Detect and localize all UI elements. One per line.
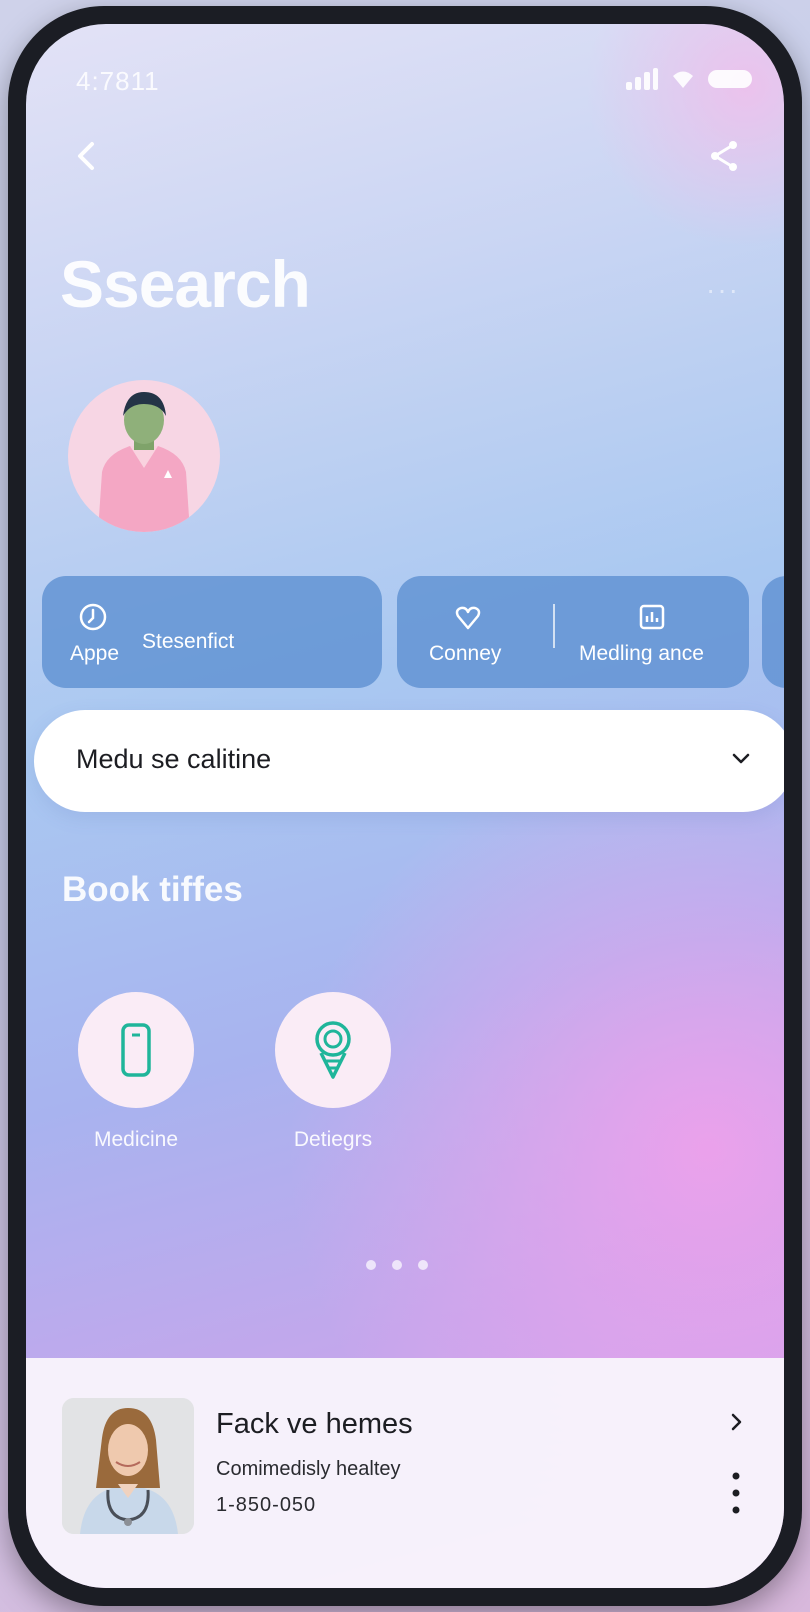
page-indicator [366,1260,428,1270]
status-bar: 4:7811 [26,24,784,134]
doctor-photo [62,1398,194,1534]
status-icons [626,68,752,90]
share-button[interactable] [700,132,748,180]
phone-device-icon [121,1023,151,1077]
doctor-phone: 1-850-050 [216,1494,317,1516]
chip-connect[interactable]: Conney Medling ance [397,576,749,688]
chip-divider [553,604,555,648]
doctor-name: Fack ve hemes [216,1408,413,1440]
chevron-down-icon [732,753,750,764]
wifi-icon [673,71,693,88]
clock-icon [79,603,107,631]
more-dots[interactable]: ··· [706,274,740,306]
page-dot [418,1260,428,1270]
section-title: Book tiffes [62,870,243,909]
share-icon [711,141,737,171]
back-button[interactable] [62,132,110,180]
tree-icon [315,1021,351,1079]
category-medicine[interactable]: Medicine [66,992,206,1152]
app-screen: 4:7811 Ssearch ··· Appe Stesenfict Conne… [26,24,784,1588]
chevron-left-icon [78,142,94,170]
chip-label-primary: Conney [429,642,502,665]
category-dietitians[interactable]: Detiegrs [263,992,403,1152]
doctor-card[interactable]: Fack ve hemes Comimedisly healtey 1-850-… [26,1358,784,1588]
category-label: Detiegrs [293,1128,373,1151]
chip-appointment[interactable]: Appe Stesenfict [42,576,382,688]
chip-more[interactable] [762,576,784,688]
battery-icon [708,70,752,88]
heart-hand-icon [455,606,481,630]
category-icon-circle [275,992,391,1108]
more-vertical-icon[interactable] [726,1470,746,1516]
status-time: 4:7811 [76,66,160,96]
quick-actions: Appe Stesenfict Conney Medling ance [42,576,784,688]
category-label: Medicine [93,1128,179,1151]
chip-label-secondary: Medling ance [579,642,704,665]
category-icon-circle [78,992,194,1108]
doctor-avatar-illustration [98,392,190,532]
calendar-chart-icon [639,604,665,630]
page-dot [392,1260,402,1270]
doctor-portrait [62,1398,194,1534]
page-title: Ssearch [60,247,311,321]
avatar[interactable] [68,380,220,532]
chip-label-primary: Appe [70,642,120,665]
doctor-specialty: Comimedisly healtey [216,1458,401,1480]
page-dot [366,1260,376,1270]
signal-icon [626,68,658,90]
phone-frame: 4:7811 Ssearch ··· Appe Stesenfict Conne… [8,6,802,1606]
chip-label-secondary: Stesenfict [142,630,235,653]
dropdown-value: Medu se calitine [76,744,272,774]
chevron-right-icon[interactable] [724,1410,748,1434]
category-dropdown[interactable]: Medu se calitine [34,710,784,812]
